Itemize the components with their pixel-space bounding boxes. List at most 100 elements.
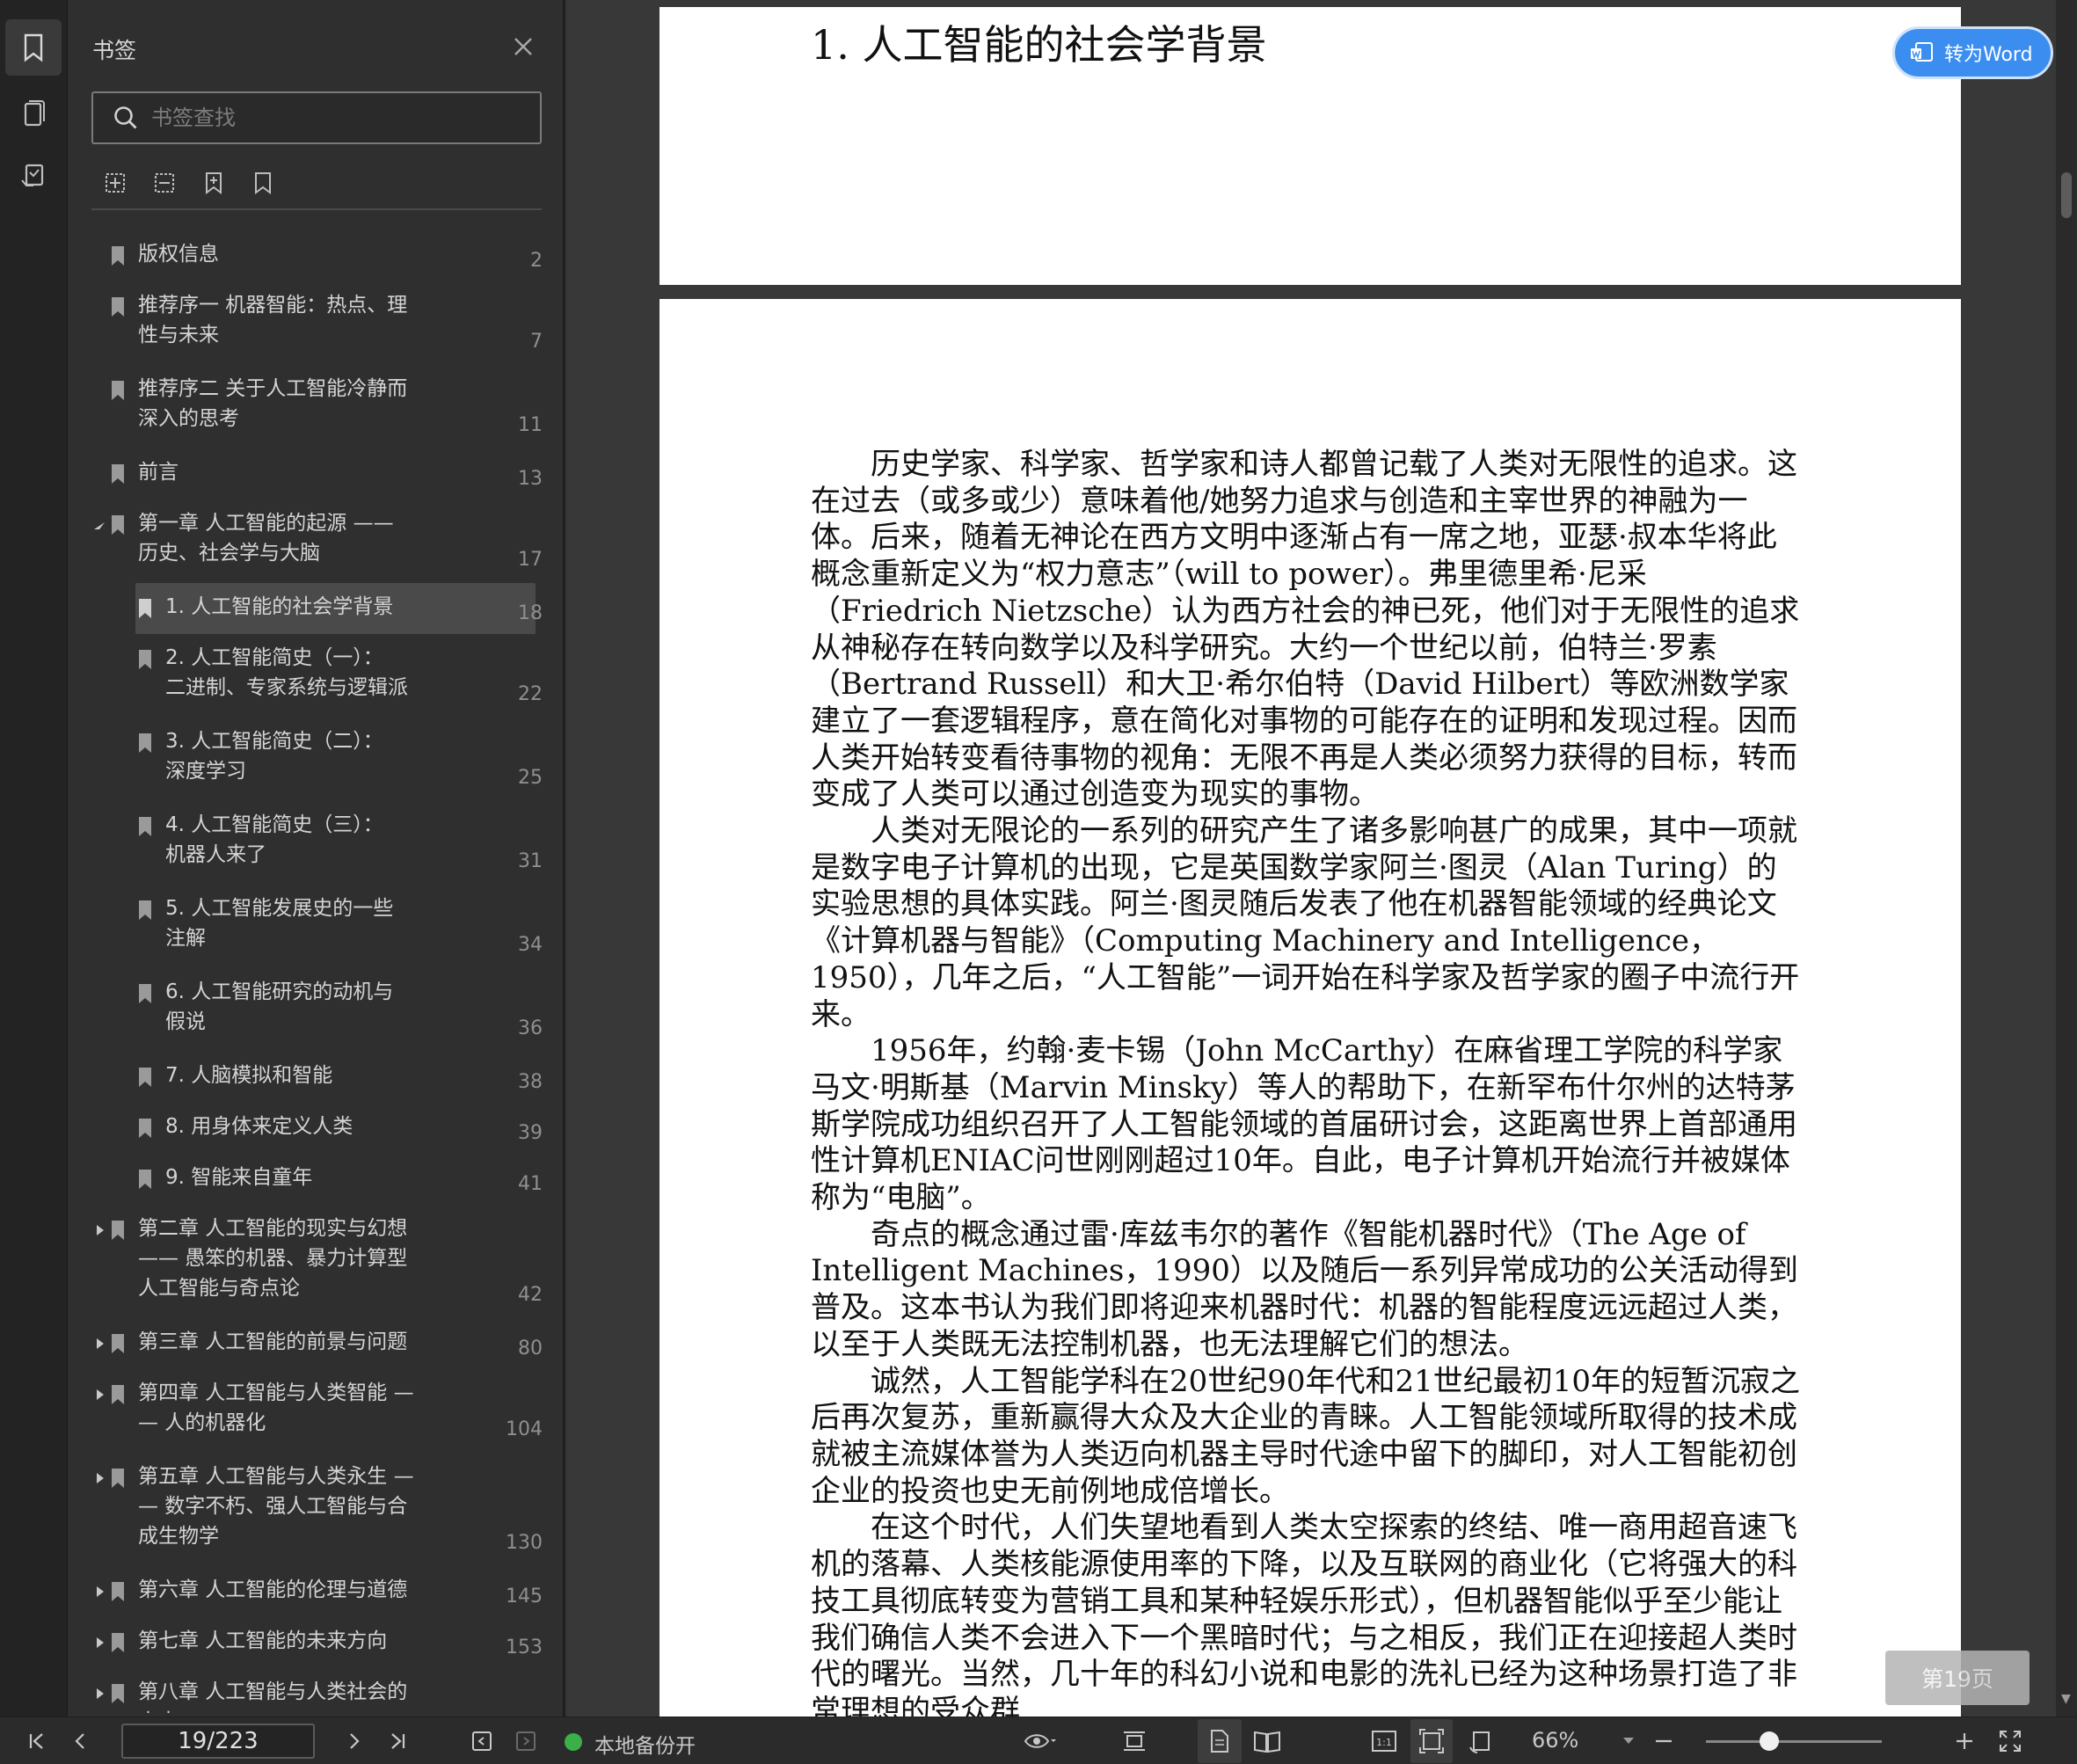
bookmark-page-number: 18 xyxy=(518,602,543,624)
bookmark-item[interactable]: 8. 用身体来定义人类 39 xyxy=(68,1112,543,1163)
fit-page-button[interactable] xyxy=(1410,1719,1453,1763)
actual-size-button[interactable]: 1:1 xyxy=(1366,1717,1402,1764)
zoom-slider-handle[interactable] xyxy=(1760,1731,1779,1751)
bookmark-page-number: 31 xyxy=(518,850,543,872)
annotation-panel-button[interactable] xyxy=(5,149,62,206)
bookmark-label: 版权信息 xyxy=(138,243,219,266)
caret-right-icon[interactable] xyxy=(94,1636,106,1649)
caret-down-icon[interactable] xyxy=(94,519,106,531)
bookmark-page-number: 13 xyxy=(518,468,543,490)
bookmark-label: 9. 智能来自童年 xyxy=(165,1166,313,1189)
body-paragraph: 1956年，约翰·麦卡锡（John McCarthy）在麻省理工学院的科学家马文… xyxy=(811,1033,1797,1216)
bookmark-item[interactable]: 9. 智能来自童年 41 xyxy=(68,1163,543,1214)
bookmark-icon xyxy=(139,733,151,753)
next-page-button[interactable] xyxy=(336,1717,371,1764)
fullscreen-button[interactable] xyxy=(1991,1717,2030,1764)
bookmark-label: 第一章 人工智能的起源 —— 历史、社会学与大脑 xyxy=(138,512,394,565)
bookmark-icon xyxy=(112,1221,124,1240)
expand-all-button[interactable] xyxy=(99,167,131,199)
caret-right-icon[interactable] xyxy=(94,1389,106,1401)
bookmark-toolbar xyxy=(99,167,279,199)
bookmark-item[interactable]: 5. 人工智能发展史的一些 注解 34 xyxy=(68,893,543,974)
backup-status[interactable]: 本地备份开 xyxy=(594,1729,696,1759)
bookmark-page-number: 36 xyxy=(518,1017,543,1039)
zoom-slider-track[interactable] xyxy=(1706,1740,1882,1743)
bookmark-icon xyxy=(255,172,271,194)
close-icon xyxy=(514,38,532,55)
single-page-scroll-button[interactable] xyxy=(1115,1717,1154,1764)
bookmark-panel-button[interactable] xyxy=(5,19,62,76)
caret-right-icon[interactable] xyxy=(94,1687,106,1700)
bookmark-item[interactable]: 6. 人工智能研究的动机与 假说 36 xyxy=(68,977,543,1058)
bookmark-list: 版权信息 2 推荐序一 机器智能：热点、理 性与未来 7 推荐序二 关于人工智能冷静而 … xyxy=(68,227,543,1713)
bookmark-item[interactable]: 2. 人工智能简史（一）： 二进制、专家系统与逻辑派 22 xyxy=(68,643,543,724)
page-body-text: 历史学家、科学家、哲学家和诗人都曾记载了人类对无限性的追求。这在过去（或多或少）… xyxy=(811,447,1804,1731)
close-panel-button[interactable] xyxy=(510,33,536,60)
bookmark-page-number: 153 xyxy=(506,1636,543,1658)
bookmark-item[interactable]: 第八章 人工智能与人类社会的 未来167 xyxy=(68,1677,543,1713)
bookmark-item[interactable]: 版权信息 2 xyxy=(68,239,543,290)
back-button[interactable] xyxy=(464,1717,499,1764)
eye-protection-button[interactable] xyxy=(1018,1717,1062,1764)
bookmark-page-number: 38 xyxy=(518,1071,543,1093)
convert-to-word-button[interactable]: 转为Word xyxy=(1892,26,2053,79)
first-page-button[interactable] xyxy=(19,1717,55,1764)
bookmark-page-number: 39 xyxy=(518,1122,543,1144)
prev-page-button[interactable] xyxy=(63,1717,98,1764)
left-rail xyxy=(0,0,68,1717)
bookmark-item[interactable]: 1. 人工智能的社会学背景 18 xyxy=(68,583,543,643)
bookmark-item[interactable]: 推荐序一 机器智能：热点、理 性与未来 7 xyxy=(68,290,543,371)
bookmark-item[interactable]: 第五章 人工智能与人类永生 — — 数字不朽、强人工智能与合 成生物学 130 xyxy=(68,1461,543,1572)
last-page-icon xyxy=(391,1733,405,1749)
last-page-button[interactable] xyxy=(380,1717,415,1764)
caret-right-icon[interactable] xyxy=(94,1224,106,1236)
bookmark-page-number: 11 xyxy=(518,414,543,436)
bookmark-icon xyxy=(112,1684,124,1703)
page-number-input[interactable] xyxy=(121,1724,315,1759)
add-bookmark-button[interactable] xyxy=(198,167,230,199)
bookmark-item[interactable]: 前言 13 xyxy=(68,457,543,508)
bookmark-item[interactable]: 推荐序二 关于人工智能冷静而 深入的思考 11 xyxy=(68,374,543,455)
thumbnail-panel-button[interactable] xyxy=(5,86,62,142)
bookmark-button[interactable] xyxy=(247,167,279,199)
forward-button[interactable] xyxy=(508,1717,543,1764)
bookmark-item[interactable]: 第一章 人工智能的起源 —— 历史、社会学与大脑 17 xyxy=(68,508,543,589)
search-input[interactable] xyxy=(151,106,521,130)
zoom-in-button[interactable] xyxy=(1947,1717,1982,1764)
zoom-out-button[interactable] xyxy=(1646,1717,1681,1764)
body-paragraph: 奇点的概念通过雷·库兹韦尔的著作《智能机器时代》（The Age of Inte… xyxy=(811,1216,1798,1362)
caret-right-icon[interactable] xyxy=(94,1338,106,1350)
single-page-button[interactable] xyxy=(1198,1719,1242,1763)
bookmark-item[interactable]: 7. 人脑模拟和智能 38 xyxy=(68,1061,543,1112)
single-page-icon xyxy=(1211,1730,1228,1753)
bookmark-item[interactable]: 第四章 人工智能与人类智能 — — 人的机器化 104 xyxy=(68,1378,543,1459)
page-thumbnail-icon xyxy=(24,100,45,127)
zoom-level[interactable]: 66% xyxy=(1532,1728,1578,1753)
minus-icon xyxy=(1656,1739,1672,1743)
zoom-dropdown-button[interactable] xyxy=(1618,1717,1639,1764)
bookmark-page-number: 130 xyxy=(506,1532,543,1554)
collapse-all-button[interactable] xyxy=(149,167,180,199)
caret-right-icon[interactable] xyxy=(94,1472,106,1484)
rotate-button[interactable] xyxy=(1460,1717,1502,1764)
bottom-toolbar: 本地备份开 1:1 66% xyxy=(0,1717,2077,1764)
eye-icon xyxy=(1024,1734,1056,1748)
bookmark-item[interactable]: 第七章 人工智能的未来方向 153 xyxy=(68,1626,543,1677)
bookmark-icon xyxy=(112,1582,124,1601)
bookmark-item[interactable]: 第二章 人工智能的现实与幻想 —— 愚笨的机器、暴力计算型 人工智能与奇点论 42 xyxy=(68,1214,543,1324)
bookmark-search[interactable] xyxy=(91,91,542,144)
scroll-down-icon[interactable]: ▼ xyxy=(2061,1692,2071,1706)
scroll-thumb[interactable] xyxy=(2061,172,2072,218)
bookmark-item[interactable]: 3. 人工智能简史（二）： 深度学习 25 xyxy=(68,726,543,807)
chevron-down-icon xyxy=(1623,1738,1634,1744)
vertical-scrollbar[interactable]: ▼ xyxy=(2056,0,2077,1717)
dual-page-button[interactable] xyxy=(1245,1717,1289,1764)
collapse-all-icon xyxy=(155,173,174,193)
caret-right-icon[interactable] xyxy=(94,1585,106,1598)
back-icon xyxy=(472,1731,492,1751)
bookmark-item[interactable]: 第三章 人工智能的前景与问题 80 xyxy=(68,1327,543,1378)
bookmark-item[interactable]: 4. 人工智能简史（三）： 机器人来了 31 xyxy=(68,810,543,891)
bookmark-icon xyxy=(139,1068,151,1087)
bookmark-icon xyxy=(112,381,124,400)
bookmark-item[interactable]: 第六章 人工智能的伦理与道德 145 xyxy=(68,1575,543,1626)
